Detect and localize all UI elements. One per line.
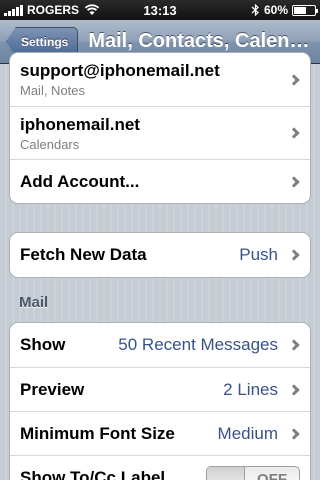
chevron-right-icon: [288, 427, 300, 440]
status-bar: ROGERS 13:13 60%: [0, 0, 320, 20]
toggle-state: OFF: [257, 471, 287, 480]
fetch-label: Fetch New Data: [20, 245, 147, 264]
show-row[interactable]: Show 50 Recent Messages: [10, 323, 310, 367]
account-detail: Mail, Notes: [20, 83, 86, 98]
minimum-font-size-label: Minimum Font Size: [20, 423, 175, 443]
chevron-right-icon: [288, 127, 300, 139]
fetch-group: Fetch New Data Push: [9, 232, 311, 278]
fetch-new-data-row[interactable]: Fetch New Data Push: [10, 233, 310, 277]
add-account-row[interactable]: Add Account...: [10, 159, 310, 203]
mail-section-header: Mail: [19, 294, 49, 311]
show-label: Show: [20, 335, 66, 354]
account-row[interactable]: iphonemail.net Calendars: [10, 106, 310, 159]
chevron-right-icon: [288, 175, 300, 188]
chevron-right-icon: [288, 383, 300, 396]
account-row[interactable]: support@iphonemail.net Mail, Notes: [10, 53, 310, 106]
preview-value: 2 Lines: [223, 379, 278, 399]
show-to-cc-label: Show To/Cc Label: [20, 467, 166, 480]
show-value: 50 Recent Messages: [118, 335, 278, 354]
toggle-knob[interactable]: [207, 467, 245, 480]
mail-settings-group: Show 50 Recent Messages Preview 2 Lines …: [9, 322, 311, 480]
preview-label: Preview: [20, 379, 85, 399]
accounts-group: support@iphonemail.net Mail, Notes iphon…: [9, 52, 311, 204]
fetch-value: Push: [239, 245, 278, 264]
show-to-cc-label-row: Show To/Cc Label OFF: [10, 455, 310, 480]
clock: 13:13: [143, 2, 177, 18]
chevron-right-icon: [288, 249, 300, 261]
account-detail: Calendars: [20, 136, 80, 152]
minimum-font-size-value: Medium: [217, 423, 278, 443]
account-name: support@iphonemail.net: [20, 61, 220, 80]
battery-level: [294, 6, 306, 14]
account-name: iphonemail.net: [20, 114, 140, 134]
preview-row[interactable]: Preview 2 Lines: [10, 367, 310, 411]
add-account-label: Add Account...: [20, 171, 140, 191]
battery-icon: [292, 4, 318, 16]
show-to-cc-toggle[interactable]: OFF: [206, 466, 300, 480]
chevron-right-icon: [288, 73, 300, 86]
minimum-font-size-row[interactable]: Minimum Font Size Medium: [10, 411, 310, 455]
chevron-right-icon: [288, 339, 300, 351]
page-title: Mail, Contacts, Calen…: [88, 30, 310, 52]
